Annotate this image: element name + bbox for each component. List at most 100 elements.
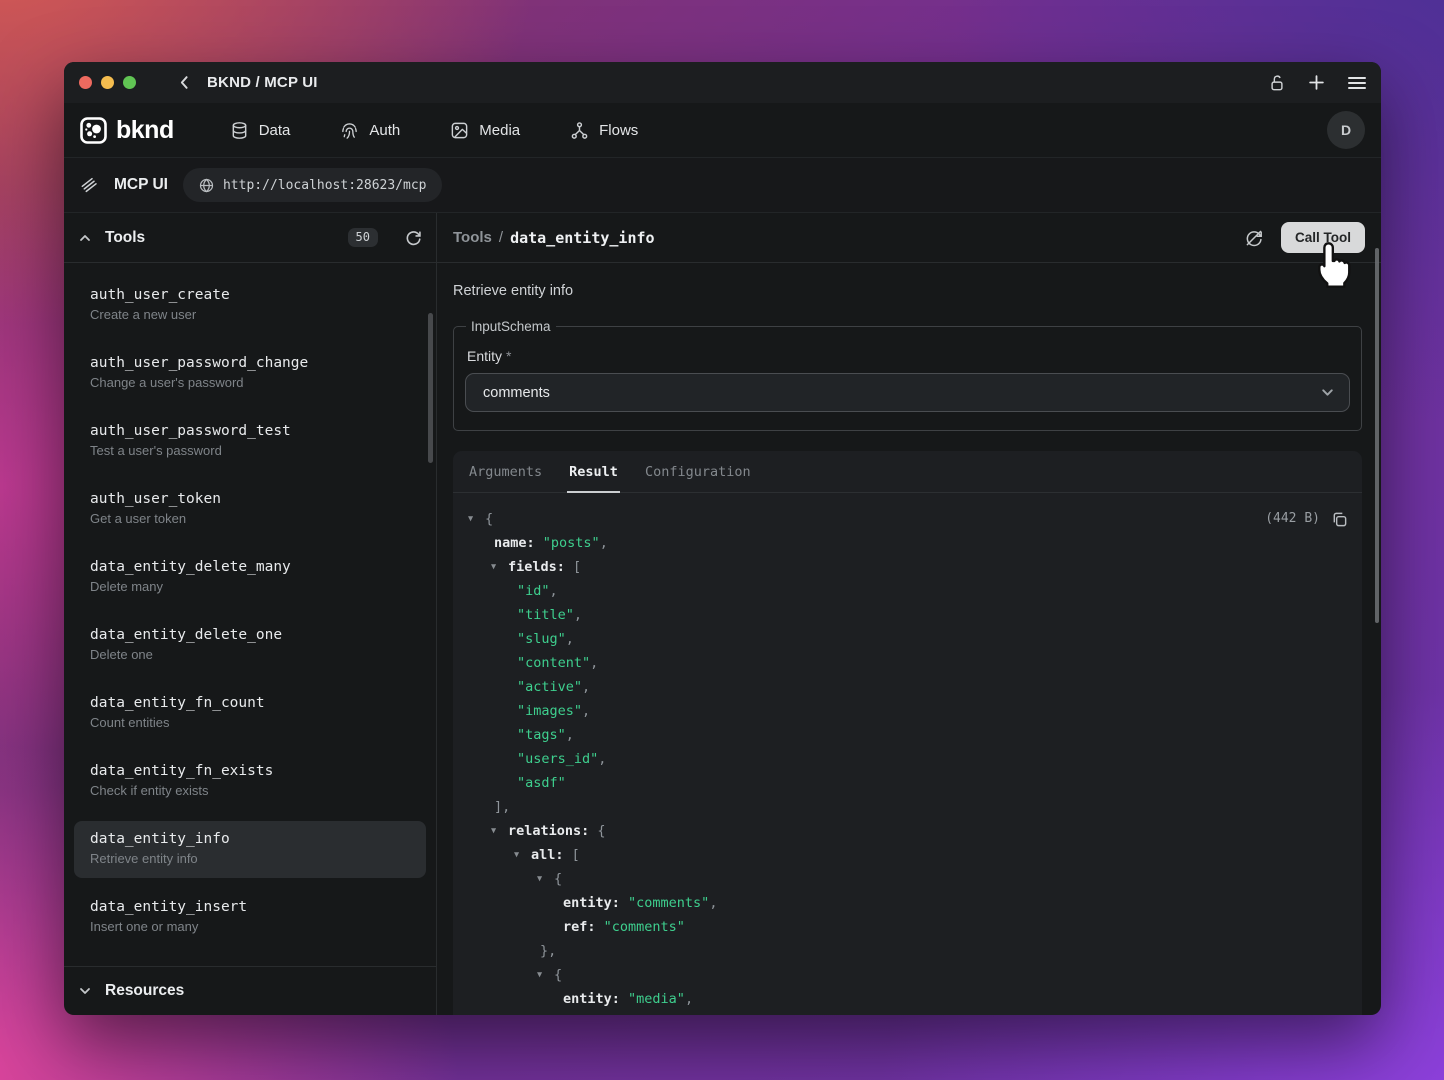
json-punctuation: { — [597, 823, 605, 839]
history-toggle-button[interactable] — [1244, 228, 1264, 248]
tool-detail-main: Tools / data_entity_info Call Tool Retri… — [437, 213, 1381, 1015]
fingerprint-icon — [340, 121, 359, 140]
collapse-arrow-icon[interactable]: ▼ — [537, 867, 554, 891]
json-line[interactable]: ▼fields: [ — [453, 555, 1346, 579]
json-line[interactable]: ▼all: [ — [453, 843, 1346, 867]
tool-list-item-data_entity_insert[interactable]: data_entity_insertInsert one or many — [74, 889, 426, 946]
sidebar-scrollbar[interactable] — [428, 313, 433, 463]
json-string: "title" — [517, 607, 574, 623]
json-line[interactable]: ▼{ — [453, 963, 1346, 987]
layers-stack-icon — [80, 176, 99, 195]
lock-button[interactable] — [1269, 74, 1285, 92]
required-asterisk: * — [506, 348, 511, 364]
minimize-window-button[interactable] — [101, 76, 114, 89]
window-title: BKND / MCP UI — [207, 74, 318, 91]
server-url-pill[interactable]: http://localhost:28623/mcp — [183, 168, 443, 202]
json-string: "tags" — [517, 727, 566, 743]
collapse-arrow-icon[interactable]: ▼ — [537, 963, 554, 987]
json-line[interactable]: ▼{ — [453, 507, 1346, 531]
entity-select[interactable]: comments — [465, 373, 1350, 412]
call-tool-button[interactable]: Call Tool — [1281, 222, 1365, 253]
json-key: entity: — [563, 991, 628, 1007]
collapse-arrow-icon[interactable]: ▼ — [514, 843, 531, 867]
chevron-left-icon — [176, 74, 193, 91]
chevron-up-icon — [78, 231, 92, 245]
tool-list-item-auth_user_password_test[interactable]: auth_user_password_test Test a user's pas… — [74, 413, 426, 470]
json-string: "posts" — [543, 535, 600, 551]
back-button[interactable] — [176, 74, 193, 91]
result-panel: Arguments Result Configuration (442 B) — [453, 451, 1362, 1015]
nav-item-label: Media — [479, 122, 520, 139]
json-punctuation: , — [566, 631, 574, 647]
result-tabs: Arguments Result Configuration — [453, 451, 1362, 493]
json-line[interactable]: ▼relations: { — [453, 819, 1346, 843]
tab-configuration[interactable]: Configuration — [645, 451, 751, 492]
mcp-title: MCP UI — [114, 176, 168, 194]
json-punctuation: { — [554, 871, 562, 887]
user-avatar[interactable]: D — [1327, 111, 1365, 149]
window-scrollbar[interactable] — [1375, 248, 1379, 623]
collapse-arrow-icon[interactable]: ▼ — [468, 507, 485, 531]
json-string: "id" — [517, 583, 550, 599]
json-line: "title", — [453, 603, 1346, 627]
json-line[interactable]: ▼{ — [453, 867, 1346, 891]
nav-item-auth[interactable]: Auth — [340, 121, 400, 140]
collapse-arrow-icon[interactable]: ▼ — [491, 819, 508, 843]
json-punctuation: , — [685, 991, 693, 1007]
json-line: "images", — [453, 699, 1346, 723]
tool-name: auth_user_password_test — [90, 423, 410, 439]
tool-list-item-auth_user_create[interactable]: auth_user_createCreate a new user — [74, 277, 426, 334]
new-tab-button[interactable] — [1308, 74, 1325, 91]
tab-arguments[interactable]: Arguments — [469, 451, 542, 492]
nav-item-flows[interactable]: Flows — [570, 121, 638, 140]
tool-list-item-data_entity_info[interactable]: data_entity_infoRetrieve entity info — [74, 821, 426, 878]
tool-list-item-auth_user_password_change[interactable]: auth_user_password_changeChange a user's… — [74, 345, 426, 402]
json-key: fields: — [508, 559, 573, 575]
json-key: name: — [494, 535, 543, 551]
tools-sidebar: Tools 50 auth_user_createCreate a new us… — [64, 213, 437, 1015]
json-line: "content", — [453, 651, 1346, 675]
json-key: all: — [531, 847, 572, 863]
json-string: "images" — [517, 703, 582, 719]
tool-list-item-data_entity_fn_exists[interactable]: data_entity_fn_existsCheck if entity exi… — [74, 753, 426, 810]
resources-section-header[interactable]: Resources — [64, 966, 436, 1015]
result-size-badge: (442 B) — [1265, 507, 1320, 531]
tool-description: Change a user's password — [90, 375, 410, 390]
collapse-arrow-icon[interactable]: ▼ — [491, 555, 508, 579]
tool-description: Test a user's password — [90, 443, 410, 458]
brand-logo[interactable]: bknd — [80, 116, 174, 145]
tool-detail-body: Retrieve entity info InputSchema Entity*… — [437, 263, 1381, 1015]
database-icon — [230, 121, 249, 140]
chevron-down-icon — [1320, 385, 1335, 400]
close-window-button[interactable] — [79, 76, 92, 89]
mcp-subbar: MCP UI http://localhost:28623/mcp — [64, 158, 1381, 213]
json-punctuation: [ — [573, 559, 581, 575]
tool-description: Check if entity exists — [90, 783, 410, 798]
json-line: entity: "comments", — [453, 891, 1346, 915]
input-schema-legend: InputSchema — [466, 319, 556, 334]
tab-result[interactable]: Result — [569, 451, 618, 492]
refresh-icon — [405, 229, 422, 246]
refresh-tools-button[interactable] — [405, 229, 422, 246]
tools-count-badge: 50 — [348, 228, 378, 247]
breadcrumb-current: data_entity_info — [510, 229, 655, 247]
tools-section-header[interactable]: Tools 50 — [64, 213, 436, 263]
copy-result-button[interactable] — [1331, 511, 1348, 528]
tool-description: Retrieve entity info — [453, 283, 1362, 299]
content-area: Tools 50 auth_user_createCreate a new us… — [64, 213, 1381, 1015]
input-schema-fieldset: InputSchema Entity* comments — [453, 319, 1362, 431]
tool-list-item-data_entity_delete_many[interactable]: data_entity_delete_manyDelete many — [74, 549, 426, 606]
breadcrumb-root[interactable]: Tools — [453, 229, 492, 246]
nav-item-media[interactable]: Media — [450, 121, 520, 140]
json-punctuation: , — [598, 751, 606, 767]
maximize-window-button[interactable] — [123, 76, 136, 89]
nav-item-data[interactable]: Data — [230, 121, 291, 140]
tool-list-item-data_entity_delete_one[interactable]: data_entity_delete_oneDelete one — [74, 617, 426, 674]
breadcrumb-separator: / — [499, 229, 503, 246]
unlock-icon — [1269, 74, 1285, 92]
tool-description: Insert one or many — [90, 919, 410, 934]
json-punctuation: ], — [494, 799, 510, 815]
tool-list-item-auth_user_token[interactable]: auth_user_tokenGet a user token — [74, 481, 426, 538]
menu-button[interactable] — [1348, 76, 1366, 90]
tool-list-item-data_entity_fn_count[interactable]: data_entity_fn_countCount entities — [74, 685, 426, 742]
